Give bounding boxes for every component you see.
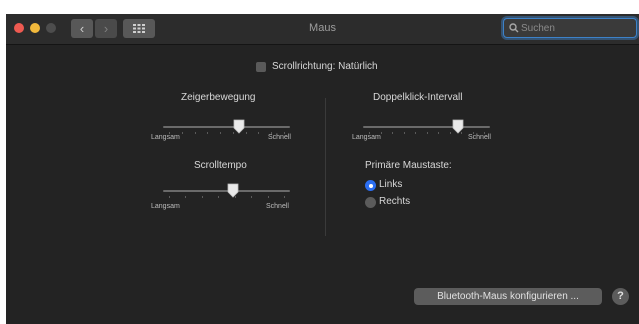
scroll-direction-label: Scrollrichtung: Natürlich xyxy=(272,61,378,72)
column-divider xyxy=(325,98,326,236)
slider-tick xyxy=(258,132,260,134)
slider-tick xyxy=(218,196,220,198)
slider-tick xyxy=(267,196,269,198)
radio-right[interactable] xyxy=(365,197,376,208)
slider-tick xyxy=(169,196,170,198)
primary-button-option-left[interactable]: Links xyxy=(365,179,435,193)
tracking-speed-max-label: Schnell xyxy=(268,134,291,141)
slider-track xyxy=(363,126,490,128)
radio-left[interactable] xyxy=(365,180,376,191)
slider-tick xyxy=(245,132,247,134)
slider-tick xyxy=(220,132,222,134)
slider-tick xyxy=(415,132,416,134)
slider-thumb[interactable] xyxy=(233,119,245,134)
scroll-speed-min-label: Langsam xyxy=(151,203,180,210)
double-click-title: Doppelklick-Intervall xyxy=(373,92,463,103)
slider-tick xyxy=(392,132,393,134)
slider-tick xyxy=(185,196,187,198)
preferences-window: ‹ › Maus Scrollrichtung: Natür xyxy=(6,14,639,324)
radio-right-label: Rechts xyxy=(379,196,411,207)
slider-tick xyxy=(207,132,209,134)
slider-tick xyxy=(194,132,196,134)
title-bar: ‹ › Maus xyxy=(6,14,639,45)
tracking-speed-min-label: Langsam xyxy=(151,134,180,141)
help-button[interactable]: ? xyxy=(612,288,629,305)
scroll-speed-title: Scrolltempo xyxy=(194,160,247,171)
radio-left-label: Links xyxy=(379,179,403,190)
scroll-speed-max-label: Schnell xyxy=(266,203,289,210)
primary-button-title: Primäre Maustaste: xyxy=(365,160,452,171)
primary-button-option-right[interactable]: Rechts xyxy=(365,196,435,210)
search-input[interactable] xyxy=(521,20,631,36)
slider-tick xyxy=(181,132,183,134)
double-click-max-label: Schnell xyxy=(468,134,491,141)
slider-tick xyxy=(251,196,253,198)
slider-tick xyxy=(403,132,405,134)
slider-tick xyxy=(449,132,451,134)
slider-tick xyxy=(438,132,439,134)
slider-thumb[interactable] xyxy=(227,183,239,198)
double-click-min-label: Langsam xyxy=(352,134,381,141)
tracking-speed-title: Zeigerbewegung xyxy=(181,92,256,103)
search-icon xyxy=(509,23,519,33)
configure-bluetooth-mouse-button[interactable]: Bluetooth-Maus konfigurieren ... xyxy=(414,288,602,305)
slider-thumb[interactable] xyxy=(452,119,464,134)
slider-tick xyxy=(201,196,203,198)
scroll-speed-slider[interactable] xyxy=(163,181,290,201)
slider-tick xyxy=(284,196,285,198)
scroll-direction-checkbox[interactable] xyxy=(256,62,266,72)
search-field[interactable] xyxy=(503,18,637,38)
slider-track xyxy=(163,126,290,128)
slider-tick xyxy=(426,132,428,134)
